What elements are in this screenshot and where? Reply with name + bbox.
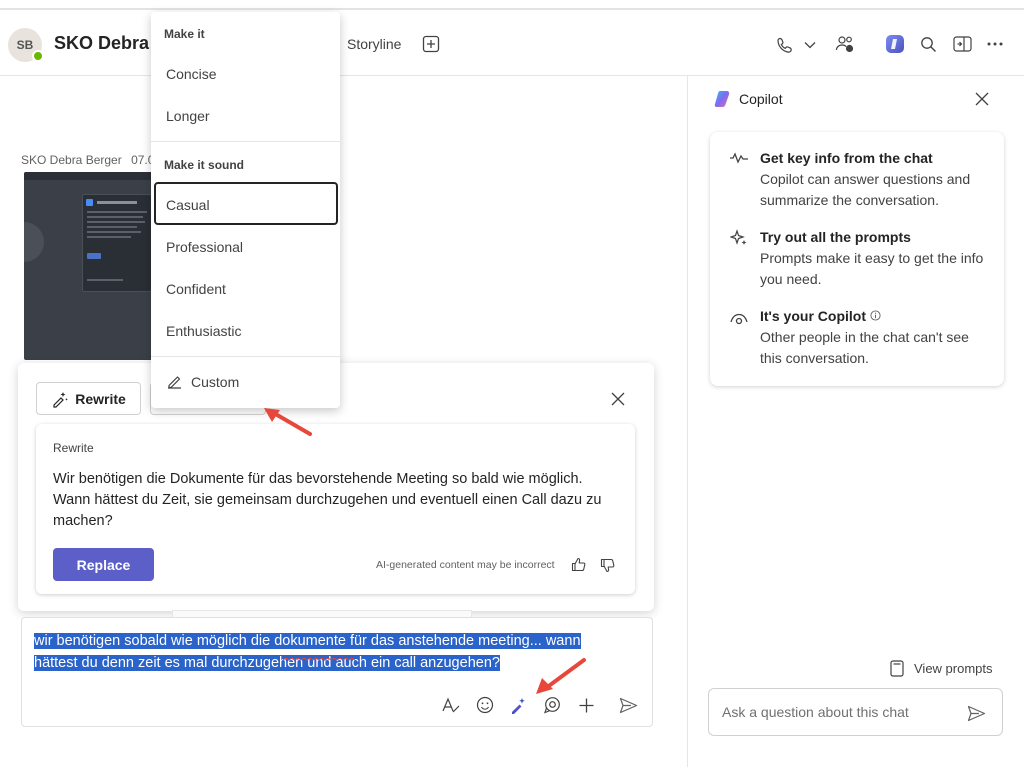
compose-tab-edge <box>172 610 472 617</box>
view-prompts-button[interactable]: View prompts <box>890 660 993 677</box>
menu-section-tone: Make it sound <box>164 158 245 172</box>
copilot-rewrite-icon[interactable] <box>507 694 529 716</box>
menu-item-enthusiastic[interactable]: Enthusiastic <box>166 323 241 339</box>
tone-dropdown-menu: Make it Concise Longer Make it sound Cas… <box>151 12 340 408</box>
search-icon[interactable] <box>918 34 938 54</box>
menu-item-concise[interactable]: Concise <box>166 66 217 82</box>
menu-divider <box>151 356 340 357</box>
menu-item-custom[interactable]: Custom <box>166 373 239 390</box>
teams-window: SB SKO Debra Storyline SKO Debra Berger … <box>0 0 1024 767</box>
copilot-ask-input[interactable]: Ask a question about this chat <box>708 688 1003 736</box>
eye-privacy-icon <box>729 311 749 325</box>
compose-text-line: hättest du denn zeit es mal durchzugehen… <box>34 655 500 671</box>
menu-item-confident[interactable]: Confident <box>166 281 226 297</box>
copilot-item-title: It's your Copilot <box>760 308 866 324</box>
close-copilot-icon[interactable] <box>972 89 992 109</box>
ai-disclaimer: AI-generated content may be incorrect <box>376 559 555 571</box>
copilot-logo-icon <box>713 89 735 109</box>
pencil-icon <box>168 376 181 389</box>
add-attachment-icon[interactable] <box>575 694 597 716</box>
menu-divider <box>151 141 340 142</box>
message-screenshot-thumbnail[interactable] <box>24 172 158 360</box>
loop-compose-icon[interactable] <box>541 694 563 716</box>
message-meta: SKO Debra Berger 07.0 <box>21 153 154 167</box>
presence-available-icon <box>32 50 44 62</box>
spellcheck-underline <box>282 648 357 661</box>
more-options-icon[interactable] <box>984 34 1006 54</box>
view-prompts-label: View prompts <box>914 661 993 676</box>
emoji-icon[interactable] <box>474 694 496 716</box>
open-side-panel-icon[interactable] <box>951 34 973 54</box>
people-settings-icon[interactable] <box>834 33 856 55</box>
replace-button[interactable]: Replace <box>53 548 154 581</box>
copilot-item-title: Get key info from the chat <box>760 150 933 166</box>
menu-section-length: Make it <box>164 27 205 41</box>
menu-item-professional[interactable]: Professional <box>166 239 243 255</box>
annotation-arrow-icon <box>532 656 588 696</box>
chevron-down-icon[interactable] <box>801 36 819 54</box>
chat-title[interactable]: SKO Debra <box>54 33 149 54</box>
compose-text-line: wir benötigen sobald wie möglich die dok… <box>34 633 581 649</box>
close-rewrite-icon[interactable] <box>608 389 628 409</box>
message-sender: SKO Debra Berger <box>21 153 122 167</box>
waveform-icon <box>729 151 749 165</box>
info-icon[interactable] <box>870 308 881 324</box>
copilot-item-desc: Prompts make it easy to get the info you… <box>760 250 984 287</box>
menu-item-casual[interactable]: Casual <box>166 197 210 213</box>
menu-item-longer[interactable]: Longer <box>166 108 210 124</box>
send-message-icon[interactable] <box>617 694 639 716</box>
copilot-title: Copilot <box>739 91 783 107</box>
rewrite-card-label: Rewrite <box>53 441 94 455</box>
copilot-item-desc: Other people in the chat can't see this … <box>760 329 969 366</box>
annotation-arrow-icon <box>262 406 314 438</box>
rewrite-button-label: Rewrite <box>75 390 126 407</box>
rewritten-text: Wir benötigen die Dokumente für das bevo… <box>53 471 602 529</box>
copilot-ask-placeholder: Ask a question about this chat <box>722 704 909 720</box>
send-icon[interactable] <box>965 702 987 724</box>
add-tab-icon[interactable] <box>421 34 441 54</box>
call-icon[interactable] <box>774 34 796 56</box>
thumbs-down-icon[interactable] <box>598 556 616 574</box>
copilot-icon[interactable] <box>883 32 907 56</box>
tab-storyline[interactable]: Storyline <box>347 36 401 52</box>
rewrite-button[interactable]: Rewrite <box>36 382 141 415</box>
copilot-item-title: Try out all the prompts <box>760 229 911 245</box>
copilot-item-title-row: It's your Copilot <box>760 308 881 324</box>
copilot-item-desc: Copilot can answer questions and summari… <box>760 171 971 208</box>
compose-text[interactable]: wir benötigen sobald wie möglich die dok… <box>34 630 581 674</box>
sparkle-icon <box>729 229 748 247</box>
prompts-book-icon <box>890 660 904 677</box>
thumbs-up-icon[interactable] <box>569 555 587 573</box>
menu-item-custom-label: Custom <box>191 373 240 390</box>
format-text-icon[interactable] <box>440 694 462 716</box>
magic-pen-icon <box>53 391 69 408</box>
